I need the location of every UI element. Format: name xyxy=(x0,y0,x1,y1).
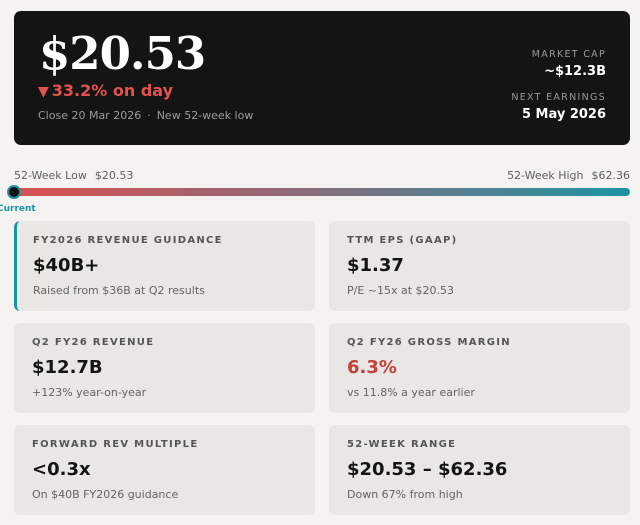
separator-dot: · xyxy=(147,109,151,122)
card-value: $1.37 xyxy=(347,255,404,276)
card-label: Q2 FY26 REVENUE xyxy=(32,337,155,348)
range-low-value: $20.53 xyxy=(94,169,134,182)
daily-change-text: 33.2% on day xyxy=(51,81,173,100)
next-earnings-value: 5 May 2026 xyxy=(521,106,606,122)
range-labels: 52-Week Low $20.53 52-Week High $62.36 xyxy=(14,169,630,185)
card-ttm-eps: TTM EPS (GAAP) $1.37 P/E ~15x at $20.53 xyxy=(329,221,630,311)
card-subtext: vs 11.8% a year earlier xyxy=(347,386,475,399)
card-subtext: On $40B FY2026 guidance xyxy=(32,488,179,501)
range-bar xyxy=(14,188,630,196)
range-low: 52-Week Low $20.53 xyxy=(14,169,133,182)
card-forward-multiple: FORWARD REV MULTIPLE <0.3x On $40B FY202… xyxy=(14,425,315,515)
price-hero-panel: $20.53 ▼ 33.2% on day Close 20 Mar 2026 · N… xyxy=(14,11,630,145)
card-gross-margin: Q2 FY26 GROSS MARGIN 6.3% vs 11.8% a yea… xyxy=(329,323,630,413)
card-label: FY2026 REVENUE GUIDANCE xyxy=(33,235,223,246)
card-value: 6.3% xyxy=(347,357,397,378)
card-subtext: P/E ~15x at $20.53 xyxy=(347,284,455,297)
card-value: <0.3x xyxy=(32,459,91,480)
market-cap-label: MARKET CAP xyxy=(531,49,606,60)
close-note: New 52-week low xyxy=(156,109,254,122)
card-label: 52-WEEK RANGE xyxy=(347,439,457,450)
close-date: Close 20 Mar 2026 xyxy=(38,109,142,122)
market-cap-value: ~$12.3B xyxy=(544,63,606,79)
stock-price: $20.53 xyxy=(39,27,206,80)
card-revenue-guidance: FY2026 REVENUE GUIDANCE $40B+ Raised fro… xyxy=(14,221,315,311)
range-high-value: $62.36 xyxy=(591,169,631,182)
range-high-label: 52-Week High xyxy=(507,169,584,182)
range-high: 52-Week High $62.36 xyxy=(507,169,630,182)
card-label: FORWARD REV MULTIPLE xyxy=(32,439,199,450)
card-subtext: Down 67% from high xyxy=(347,488,463,501)
market-cap: MARKET CAP ~$12.3B xyxy=(532,50,606,78)
card-q2-revenue: Q2 FY26 REVENUE $12.7B +123% year-on-yea… xyxy=(14,323,315,413)
card-label: Q2 FY26 GROSS MARGIN xyxy=(347,337,511,348)
range-low-label: 52-Week Low xyxy=(14,169,87,182)
card-value: $20.53 – $62.36 xyxy=(347,459,508,480)
card-subtext: +123% year-on-year xyxy=(32,386,147,399)
current-label: Current xyxy=(0,204,36,214)
next-earnings-label: NEXT EARNINGS xyxy=(511,92,606,103)
next-earnings: NEXT EARNINGS 5 May 2026 xyxy=(511,93,606,121)
card-value: $40B+ xyxy=(33,255,100,276)
card-label: TTM EPS (GAAP) xyxy=(347,235,458,246)
current-price-marker xyxy=(7,185,21,199)
card-subtext: Raised from $36B at Q2 results xyxy=(33,284,205,297)
daily-change: ▼ 33.2% on day xyxy=(38,81,173,100)
down-arrow-icon: ▼ xyxy=(38,84,49,100)
card-52-week-range: 52-WEEK RANGE $20.53 – $62.36 Down 67% f… xyxy=(329,425,630,515)
card-value: $12.7B xyxy=(32,357,103,378)
close-info: Close 20 Mar 2026 · New 52-week low xyxy=(38,109,253,122)
